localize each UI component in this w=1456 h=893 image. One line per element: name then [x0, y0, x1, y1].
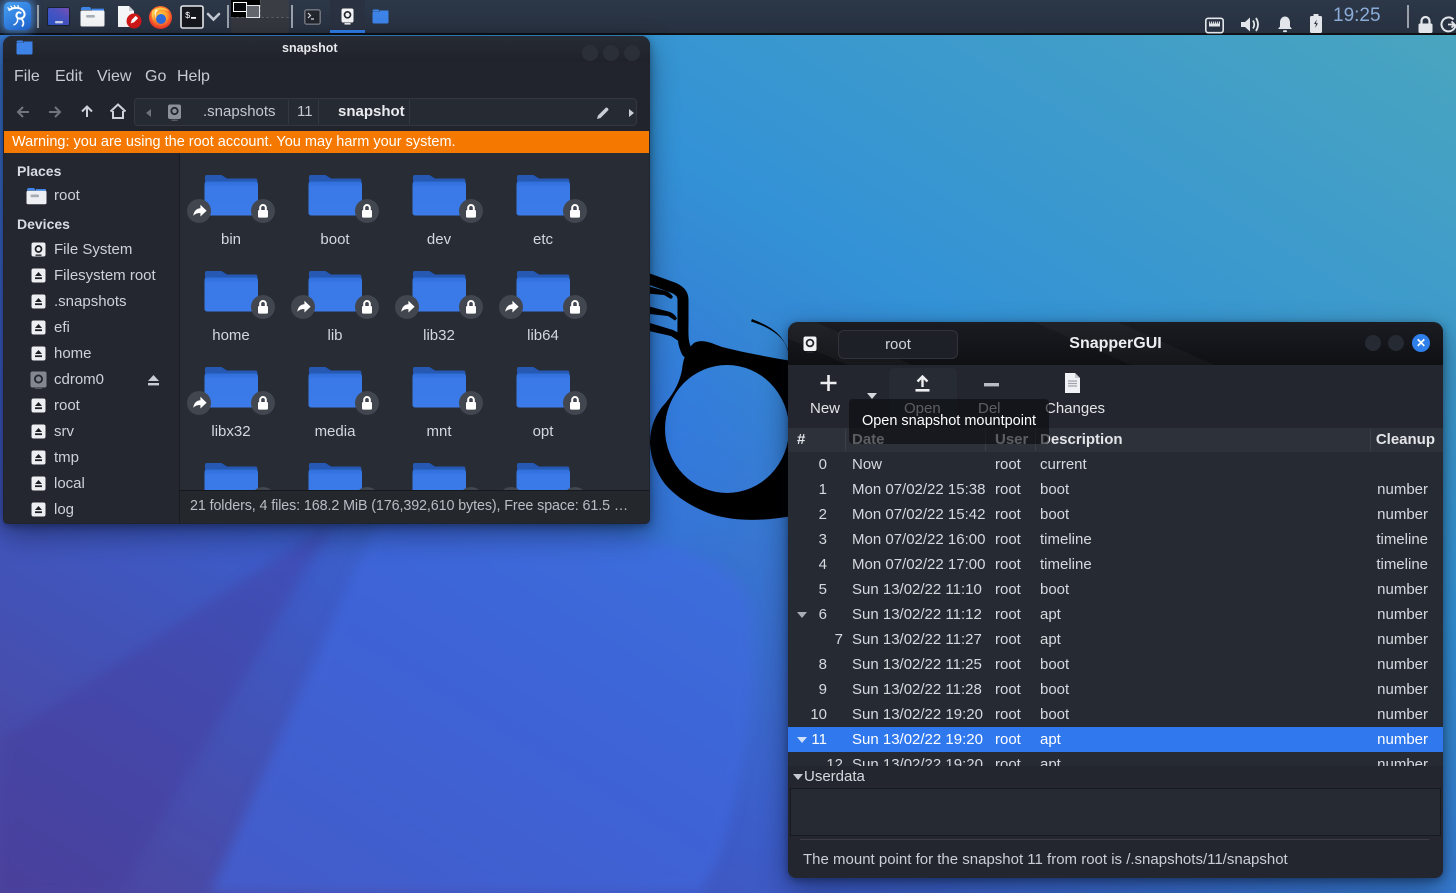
svg-text:$: $	[185, 11, 191, 21]
